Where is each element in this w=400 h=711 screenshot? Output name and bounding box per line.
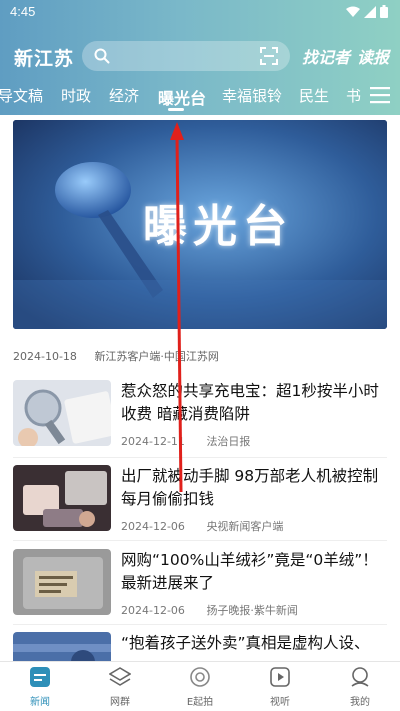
banner-date: 2024-10-18 [13, 350, 77, 363]
tab-item[interactable]: 书 [346, 85, 361, 106]
search-input[interactable] [82, 41, 290, 71]
find-reporter-button[interactable]: 找记者 [302, 44, 350, 68]
nav-label: E起拍 [186, 697, 214, 708]
nav-camera[interactable]: E起拍 [170, 666, 230, 708]
article-thumbnail [13, 465, 111, 531]
status-icons [346, 5, 388, 18]
tab-item[interactable]: 民生 [299, 85, 329, 106]
article-title: “抱着孩子送外卖”真相是虚构人设、 [121, 634, 370, 652]
banner-title: 曝光台 [143, 201, 293, 252]
article-thumbnail [13, 549, 111, 615]
nav-label: 网群 [110, 697, 130, 708]
app-title: 新江苏 [14, 48, 75, 70]
banner-source: 新江苏客户端·中国江苏网 [94, 350, 219, 363]
user-icon [351, 667, 369, 687]
article-date: 2024-12-11 [121, 435, 185, 448]
status-time: 4:45 [10, 4, 36, 19]
article-source: 央视新闻客户端 [206, 520, 284, 533]
article-meta: 2024-12-06 扬子晚报·紫牛新闻 [121, 602, 316, 618]
article-source: 扬子晚报·紫牛新闻 [206, 604, 298, 617]
article-thumbnail [13, 632, 111, 661]
status-bar: 4:45 [0, 0, 400, 24]
nav-video[interactable]: 视听 [250, 666, 310, 708]
article-date: 2024-12-06 [121, 520, 185, 533]
article-title: 出厂就被动手脚 98万部老人机被控制每月偷偷扣钱 [121, 467, 379, 508]
tab-item[interactable]: 幸福银铃 [222, 85, 282, 106]
list-item[interactable]: 网购“100%山羊绒衫”竟是“0羊绒”！最新进展来了 2024-12-06 扬子… [13, 549, 387, 621]
list-item[interactable]: 惹众怒的共享充电宝：超1秒按半小时收费 暗藏消费陷阱 2024-12-11 法治… [13, 380, 387, 452]
tab-item[interactable]: 导文稿 [0, 85, 43, 106]
nav-label: 新闻 [30, 697, 50, 708]
divider [13, 624, 387, 625]
article-thumbnail [13, 380, 111, 446]
layers-icon [108, 667, 132, 686]
article-meta: 2024-12-11 法治日报 [121, 433, 268, 449]
divider [13, 540, 387, 541]
play-icon [270, 667, 290, 687]
nav-label: 视听 [270, 697, 290, 708]
nav-news[interactable]: 新闻 [10, 666, 70, 708]
battery-icon [380, 5, 388, 18]
read-paper-button[interactable]: 读报 [357, 44, 389, 68]
tab-item[interactable]: 经济 [109, 85, 139, 106]
nav-label: 我的 [350, 697, 370, 708]
banner-meta: 2024-10-18 新江苏客户端·中国江苏网 [13, 348, 233, 364]
tab-indicator [168, 108, 184, 111]
camera-icon [190, 667, 210, 687]
signal-icon [364, 5, 376, 18]
wifi-icon [346, 6, 360, 17]
news-feed[interactable]: 曝光台 2024-10-18 新江苏客户端·中国江苏网 惹众怒的共享充电宝：超1… [0, 115, 400, 661]
article-date: 2024-12-06 [121, 604, 185, 617]
article-title: 惹众怒的共享充电宝：超1秒按半小时收费 暗藏消费陷阱 [121, 382, 379, 423]
article-source: 法治日报 [206, 435, 251, 448]
scan-icon[interactable] [260, 47, 278, 65]
bottom-nav: 新闻 网群 E起拍 视听 我的 [0, 661, 400, 711]
banner-image[interactable]: 曝光台 [13, 120, 387, 329]
list-item[interactable]: “抱着孩子送外卖”真相是虚构人设、 [13, 632, 387, 661]
header: 4:45 新江苏 找记者 读报 导文稿 时政 经济 曝光台 幸福银铃 民生 书 [0, 0, 400, 115]
nav-profile[interactable]: 我的 [330, 666, 390, 708]
article-title: 网购“100%山羊绒衫”竟是“0羊绒”！最新进展来了 [121, 551, 378, 592]
article-meta: 2024-12-06 央视新闻客户端 [121, 518, 301, 534]
menu-icon[interactable] [370, 86, 390, 104]
search-icon [94, 48, 110, 64]
news-icon [30, 667, 50, 687]
list-item[interactable]: 出厂就被动手脚 98万部老人机被控制每月偷偷扣钱 2024-12-06 央视新闻… [13, 465, 387, 537]
tab-active[interactable]: 曝光台 [158, 85, 206, 109]
channel-tabs: 导文稿 时政 经济 曝光台 幸福银铃 民生 书 [0, 80, 400, 111]
nav-network[interactable]: 网群 [90, 666, 150, 708]
divider [13, 457, 387, 458]
tab-item[interactable]: 时政 [61, 85, 91, 106]
